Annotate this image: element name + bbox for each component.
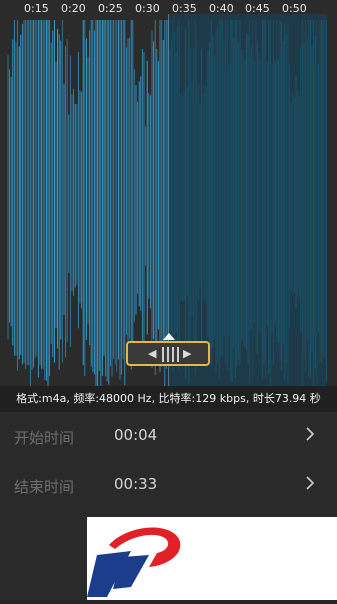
handle-pointer-icon: [163, 333, 175, 340]
waveform-panel[interactable]: 0:15 0:20 0:25 0:30 0:35 0:40 0:45 0:50 …: [0, 0, 337, 386]
grip-icon: [159, 347, 181, 362]
selection-start-marker[interactable]: [168, 14, 169, 386]
end-time-row[interactable]: 结束时间 00:33: [0, 461, 337, 511]
logo-icon: [87, 527, 181, 597]
left-arrow-icon: ◀: [148, 347, 157, 360]
scrub-handle[interactable]: ◀ ▶: [126, 341, 210, 366]
start-time-label: 开始时间: [14, 429, 75, 447]
audio-info: 格式:m4a, 频率:48000 Hz, 比特率:129 kbps, 时长73.…: [0, 386, 337, 412]
chevron-right-icon: [306, 427, 315, 441]
selected-region[interactable]: [168, 14, 327, 386]
start-time-value: 00:04: [114, 426, 158, 444]
brand-logo: [87, 517, 337, 600]
end-time-value: 00:33: [114, 475, 158, 493]
chevron-right-icon: [306, 476, 315, 490]
end-time-label: 结束时间: [14, 478, 75, 496]
right-arrow-icon: ▶: [183, 347, 192, 360]
start-time-row[interactable]: 开始时间 00:04: [0, 412, 337, 462]
